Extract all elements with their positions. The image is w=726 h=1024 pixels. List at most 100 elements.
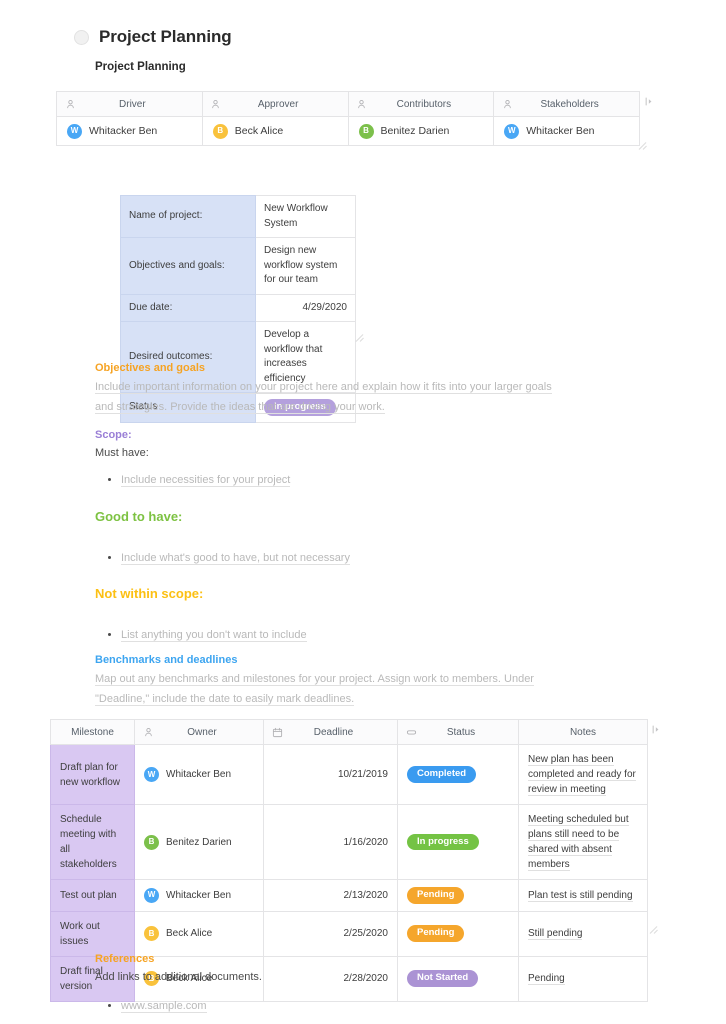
milestone-owner[interactable]: B Beck Alice bbox=[134, 910, 264, 957]
resize-grip-icon[interactable] bbox=[356, 333, 365, 342]
milestones-col-owner[interactable]: Owner bbox=[134, 719, 264, 745]
section-benchmarks-heading: Benchmarks and deadlines bbox=[95, 654, 238, 666]
person-chip: B Beck Alice bbox=[212, 123, 338, 139]
milestone-owner[interactable]: W Whitacker Ben bbox=[134, 879, 264, 912]
milestone-owner[interactable]: W Whitacker Ben bbox=[134, 744, 264, 805]
detail-value-due-date[interactable]: 4/29/2020 bbox=[255, 293, 356, 322]
section-objectives-body: Include important information on your pr… bbox=[95, 381, 552, 414]
roles-col-contributors[interactable]: Contributors bbox=[347, 91, 495, 117]
scope-bullet-list: Include necessities for your project bbox=[95, 471, 591, 490]
section-benchmarks-body: Map out any benchmarks and milestones fo… bbox=[95, 673, 534, 706]
document-title-row: Project Planning bbox=[74, 27, 232, 47]
detail-label-objectives: Objectives and goals: bbox=[120, 237, 256, 295]
milestone-deadline[interactable]: 10/21/2019 bbox=[263, 744, 398, 805]
milestone-name[interactable]: Schedule meeting with all stakeholders bbox=[50, 804, 135, 880]
milestone-notes[interactable]: Still pending bbox=[518, 910, 648, 957]
section-not-within-scope: Not within scope: bbox=[95, 586, 565, 606]
table-row: Schedule meeting with all stakeholders B… bbox=[50, 804, 648, 880]
person-name: Whitacker Ben bbox=[89, 125, 158, 137]
roles-cell-contributors[interactable]: B Benitez Darien bbox=[347, 116, 495, 146]
avatar: B bbox=[144, 926, 159, 941]
table-row: Objectives and goals: Design new workflo… bbox=[120, 237, 356, 295]
roles-col-approver[interactable]: Approver bbox=[201, 91, 349, 117]
resize-grip-icon[interactable] bbox=[650, 925, 659, 934]
list-item[interactable]: www.sample.com bbox=[121, 997, 591, 1016]
roles-col-driver[interactable]: Driver bbox=[56, 91, 203, 117]
list-item[interactable]: Include what's good to have, but not nec… bbox=[121, 549, 591, 568]
person-name: Benitez Darien bbox=[380, 125, 450, 137]
person-chip: B Beck Alice bbox=[144, 926, 254, 941]
milestones-col-status[interactable]: Status bbox=[397, 719, 519, 745]
roles-table-header-row: Driver Approver Contributors Stakeholder… bbox=[56, 91, 640, 117]
person-icon bbox=[355, 97, 369, 111]
milestone-notes[interactable]: Meeting scheduled but plans still need t… bbox=[518, 804, 648, 880]
avatar: B bbox=[212, 123, 228, 139]
section-references: References Add links to additional docum… bbox=[95, 952, 565, 987]
status-badge[interactable]: Completed bbox=[407, 766, 477, 783]
person-icon bbox=[141, 725, 155, 739]
section-scope-subheading: Must have: bbox=[95, 447, 149, 460]
person-name: Whitacker Ben bbox=[166, 889, 232, 901]
milestone-notes[interactable]: Plan test is still pending bbox=[518, 879, 648, 912]
milestones-col-notes[interactable]: Notes bbox=[518, 719, 648, 745]
roles-col-stakeholders-label: Stakeholders bbox=[540, 98, 599, 110]
milestone-owner[interactable]: B Benitez Darien bbox=[134, 804, 264, 880]
person-chip: B Benitez Darien bbox=[358, 123, 484, 139]
person-name: Beck Alice bbox=[166, 928, 213, 939]
roles-col-stakeholders[interactable]: Stakeholders bbox=[493, 91, 640, 117]
person-name: Whitacker Ben bbox=[166, 769, 232, 780]
add-column-icon[interactable] bbox=[645, 95, 654, 111]
section-references-body: Add links to additional documents. bbox=[95, 971, 262, 984]
roles-cell-driver[interactable]: W Whitacker Ben bbox=[56, 116, 203, 146]
roles-cell-stakeholders[interactable]: W Whitacker Ben bbox=[493, 116, 640, 146]
milestone-status[interactable]: Completed bbox=[397, 744, 519, 805]
milestones-table-header-row: Milestone Owner Deadline Status Notes bbox=[50, 719, 648, 745]
avatar: B bbox=[358, 123, 374, 139]
list-item[interactable]: Include necessities for your project bbox=[121, 471, 591, 490]
roles-col-contributors-label: Contributors bbox=[396, 98, 452, 110]
roles-col-driver-label: Driver bbox=[119, 98, 146, 110]
milestone-name[interactable]: Test out plan bbox=[50, 879, 135, 912]
milestone-name[interactable]: Draft plan for new workflow bbox=[50, 744, 135, 805]
detail-value-objectives[interactable]: Design new workflow system for our team bbox=[255, 237, 356, 295]
person-icon bbox=[500, 97, 514, 111]
milestone-deadline[interactable]: 1/16/2020 bbox=[263, 804, 398, 880]
milestone-deadline[interactable]: 2/13/2020 bbox=[263, 879, 398, 912]
section-good-to-have-heading: Good to have: bbox=[95, 509, 183, 524]
milestone-status[interactable]: Pending bbox=[397, 879, 519, 912]
milestones-col-deadline-label: Deadline bbox=[313, 726, 354, 738]
milestone-notes[interactable]: New plan has been completed and ready fo… bbox=[518, 744, 648, 805]
document-subtitle: Project Planning bbox=[95, 61, 186, 73]
roles-cell-approver[interactable]: B Beck Alice bbox=[201, 116, 349, 146]
milestone-status[interactable]: Pending bbox=[397, 910, 519, 957]
status-badge[interactable]: Pending bbox=[407, 887, 465, 904]
add-column-icon[interactable] bbox=[652, 723, 661, 739]
milestones-col-owner-label: Owner bbox=[187, 726, 217, 738]
milestones-col-deadline[interactable]: Deadline bbox=[263, 719, 398, 745]
calendar-icon bbox=[270, 725, 284, 739]
list-item[interactable]: List anything you don't want to include bbox=[121, 626, 591, 645]
milestones-col-milestone[interactable]: Milestone bbox=[50, 719, 135, 745]
reference-link: www.sample.com bbox=[121, 1000, 207, 1013]
references-bullet-list: www.sample.com bbox=[95, 997, 591, 1016]
section-scope-heading: Scope: bbox=[95, 429, 132, 441]
status-badge[interactable]: Pending bbox=[407, 925, 465, 942]
detail-label-due-date: Due date: bbox=[120, 293, 256, 322]
person-chip: W Whitacker Ben bbox=[144, 887, 254, 903]
page-title: Project Planning bbox=[99, 27, 232, 46]
milestones-col-status-label: Status bbox=[446, 726, 476, 738]
milestone-deadline[interactable]: 2/25/2020 bbox=[263, 910, 398, 957]
milestone-name[interactable]: Work out issues bbox=[50, 910, 135, 957]
status-badge[interactable]: In progress bbox=[407, 833, 479, 851]
person-icon bbox=[63, 97, 77, 111]
milestones-col-notes-label: Notes bbox=[569, 726, 597, 738]
table-row: Due date: 4/29/2020 bbox=[120, 293, 356, 322]
tag-icon bbox=[404, 725, 418, 739]
avatar: B bbox=[144, 834, 159, 850]
resize-grip-icon[interactable] bbox=[639, 141, 648, 150]
avatar: W bbox=[67, 123, 82, 139]
milestone-status[interactable]: In progress bbox=[397, 804, 519, 880]
detail-value-name[interactable]: New Workflow System bbox=[255, 195, 356, 238]
section-benchmarks: Benchmarks and deadlines Map out any ben… bbox=[95, 653, 565, 709]
section-references-heading: References bbox=[95, 953, 155, 965]
